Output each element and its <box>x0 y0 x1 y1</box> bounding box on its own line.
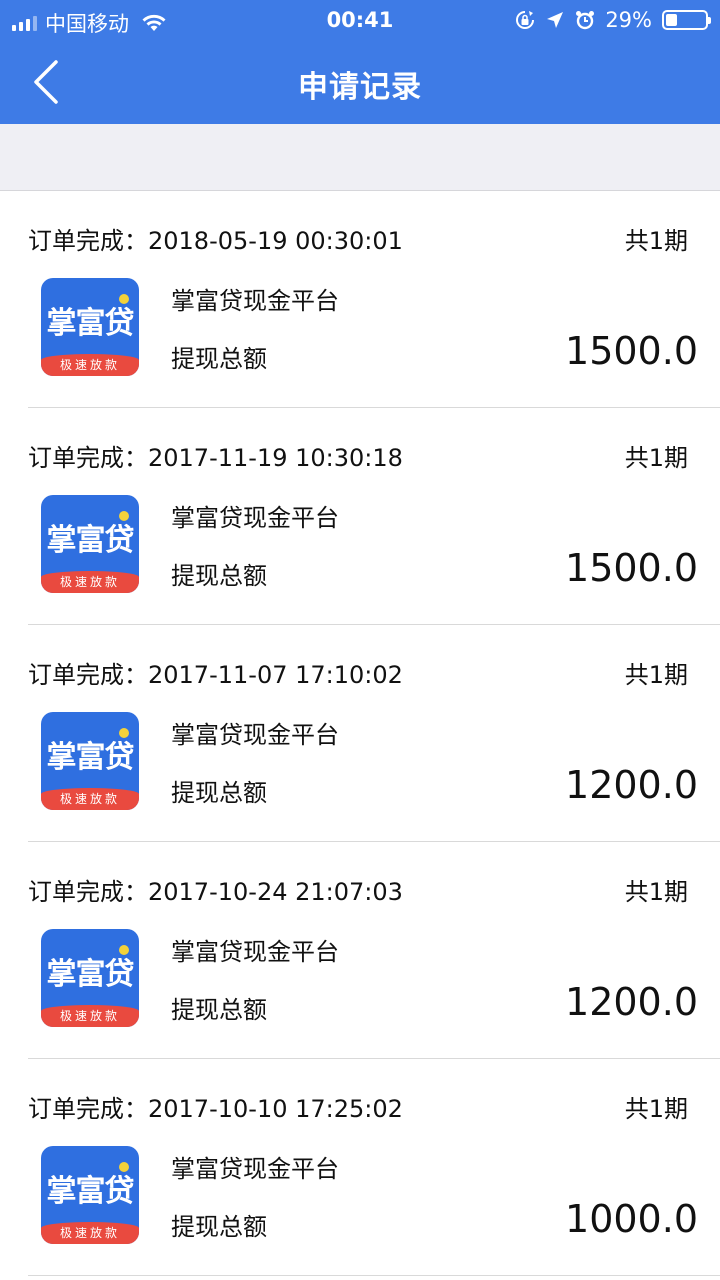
record-item[interactable]: 订单完成：2017-10-24 21:07:03 共1期 掌富贷 极速放款 掌富… <box>28 842 720 1059</box>
record-list: 订单完成：2018-05-19 00:30:01 共1期 掌富贷 极速放款 掌富… <box>0 191 720 1276</box>
platform-name: 掌富贷现金平台 <box>171 504 339 532</box>
order-status-label: 订单完成： <box>28 444 148 472</box>
record-item[interactable]: 订单完成：2018-05-19 00:30:01 共1期 掌富贷 极速放款 掌富… <box>28 191 720 408</box>
record-item[interactable]: 订单完成：2017-11-07 17:10:02 共1期 掌富贷 极速放款 掌富… <box>28 625 720 842</box>
amount-label: 提现总额 <box>171 562 267 590</box>
logo-banner: 极速放款 <box>41 788 139 810</box>
amount-label: 提现总额 <box>171 779 267 807</box>
amount-value: 1500.0 <box>565 329 698 373</box>
platform-name: 掌富贷现金平台 <box>171 287 339 315</box>
status-bar: 中国移动 00:41 29% <box>0 0 720 40</box>
order-time: 2017-10-24 21:07:03 <box>148 878 403 906</box>
logo-dot-icon <box>119 728 129 738</box>
app-logo: 掌富贷 极速放款 <box>41 712 139 810</box>
logo-text: 掌富贷 <box>46 523 135 558</box>
record-header: 订单完成：2017-11-19 10:30:18 <box>28 438 403 473</box>
amount-value: 1200.0 <box>565 763 698 807</box>
order-status-label: 订单完成： <box>28 661 148 689</box>
amount-value: 1200.0 <box>565 980 698 1024</box>
period-count: 共1期 <box>624 227 688 255</box>
order-status-label: 订单完成： <box>28 878 148 906</box>
page-title: 申请记录 <box>298 70 422 105</box>
platform-name: 掌富贷现金平台 <box>171 721 339 749</box>
record-item[interactable]: 订单完成：2017-11-19 10:30:18 共1期 掌富贷 极速放款 掌富… <box>28 408 720 625</box>
amount-label: 提现总额 <box>171 996 267 1024</box>
record-header: 订单完成：2017-11-07 17:10:02 <box>28 655 403 690</box>
platform-name: 掌富贷现金平台 <box>171 1155 339 1183</box>
period-count: 共1期 <box>624 878 688 906</box>
order-status-label: 订单完成： <box>28 1095 148 1123</box>
order-time: 2018-05-19 00:30:01 <box>148 227 403 255</box>
nav-bar: 申请记录 <box>0 40 720 124</box>
period-count: 共1期 <box>624 661 688 689</box>
location-icon <box>547 12 564 28</box>
logo-banner: 极速放款 <box>41 1005 139 1027</box>
record-header: 订单完成：2017-10-24 21:07:03 <box>28 872 403 907</box>
period-count: 共1期 <box>624 444 688 472</box>
battery-icon <box>662 10 711 30</box>
logo-banner: 极速放款 <box>41 1222 139 1244</box>
logo-dot-icon <box>119 945 129 955</box>
amount-value: 1000.0 <box>565 1197 698 1241</box>
amount-label: 提现总额 <box>171 1213 267 1241</box>
period-count: 共1期 <box>624 1095 688 1123</box>
logo-text: 掌富贷 <box>46 1174 135 1209</box>
logo-text: 掌富贷 <box>46 740 135 775</box>
record-item[interactable]: 订单完成：2017-10-10 17:25:02 共1期 掌富贷 极速放款 掌富… <box>28 1059 720 1276</box>
record-header: 订单完成：2018-05-19 00:30:01 <box>28 221 403 256</box>
logo-text: 掌富贷 <box>46 957 135 992</box>
logo-text: 掌富贷 <box>46 306 135 341</box>
order-time: 2017-11-07 17:10:02 <box>148 661 403 689</box>
app-logo: 掌富贷 极速放款 <box>41 495 139 593</box>
status-right: 29% <box>515 8 711 32</box>
battery-level <box>666 14 678 26</box>
alarm-icon <box>576 11 595 30</box>
record-header: 订单完成：2017-10-10 17:25:02 <box>28 1089 403 1124</box>
logo-banner: 极速放款 <box>41 354 139 376</box>
logo-dot-icon <box>119 1162 129 1172</box>
header-spacer <box>0 124 720 191</box>
logo-dot-icon <box>119 294 129 304</box>
platform-name: 掌富贷现金平台 <box>171 938 339 966</box>
order-status-label: 订单完成： <box>28 227 148 255</box>
app-logo: 掌富贷 极速放款 <box>41 1146 139 1244</box>
amount-value: 1500.0 <box>565 546 698 590</box>
order-time: 2017-10-10 17:25:02 <box>148 1095 403 1123</box>
rotation-lock-icon <box>516 11 535 29</box>
order-time: 2017-11-19 10:30:18 <box>148 444 403 472</box>
logo-banner: 极速放款 <box>41 571 139 593</box>
app-logo: 掌富贷 极速放款 <box>41 278 139 376</box>
battery-percent: 29% <box>605 8 652 32</box>
logo-dot-icon <box>119 511 129 521</box>
app-logo: 掌富贷 极速放款 <box>41 929 139 1027</box>
amount-label: 提现总额 <box>171 345 267 373</box>
